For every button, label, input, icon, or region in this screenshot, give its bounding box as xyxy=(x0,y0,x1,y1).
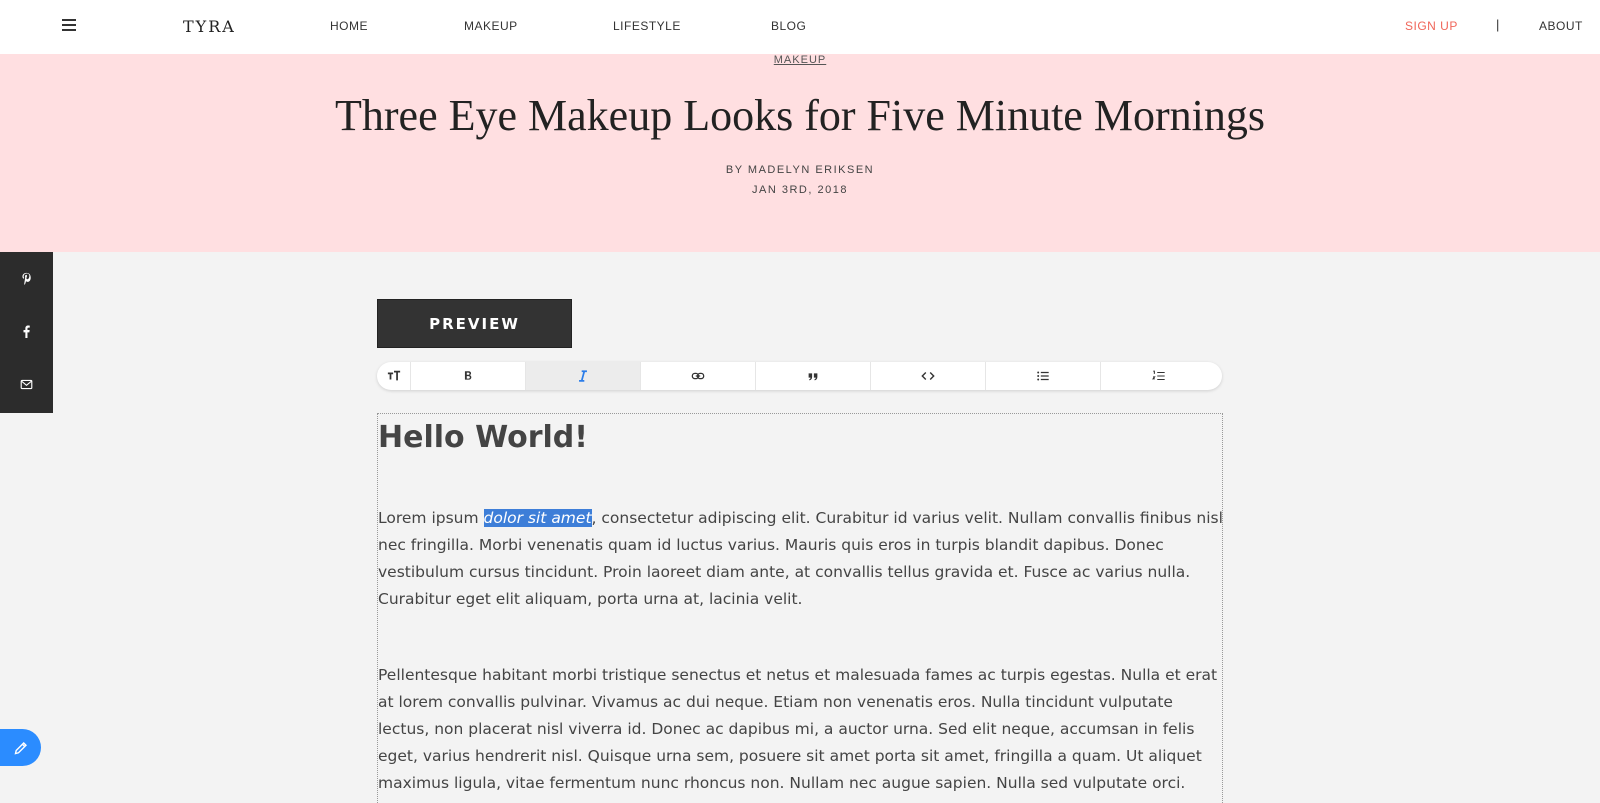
mail-icon xyxy=(20,379,33,390)
bold-button[interactable] xyxy=(411,362,526,390)
nav-link-makeup[interactable]: MAKEUP xyxy=(464,19,518,33)
article-byline: BY MADELYN ERIKSEN xyxy=(725,164,875,176)
italic-button[interactable] xyxy=(526,362,641,390)
hamburger-menu-icon[interactable] xyxy=(62,19,76,31)
bold-icon xyxy=(464,371,472,380)
numbered-list-button[interactable] xyxy=(1101,362,1216,390)
article-category: MAKEUP xyxy=(0,54,1600,66)
bullet-list-button[interactable] xyxy=(986,362,1101,390)
top-nav: TYRA HOME MAKEUP LIFESTYLE BLOG SIGN UP … xyxy=(0,0,1600,54)
quote-icon xyxy=(808,373,818,381)
share-pinterest-button[interactable] xyxy=(0,252,53,305)
link-button[interactable] xyxy=(641,362,756,390)
editor-paragraph-2[interactable]: Pellentesque habitant morbi tristique se… xyxy=(378,662,1224,803)
text-size-button[interactable] xyxy=(377,362,411,390)
selected-text[interactable]: dolor sit amet xyxy=(483,509,592,527)
editor-toolbar xyxy=(377,362,1222,390)
nav-link-home[interactable]: HOME xyxy=(330,19,368,33)
article-date: JAN 3RD, 2018 xyxy=(752,184,848,196)
pencil-icon xyxy=(14,741,27,754)
link-icon xyxy=(691,372,705,380)
article-hero: MAKEUP Three Eye Makeup Looks for Five M… xyxy=(0,54,1600,252)
share-mail-button[interactable] xyxy=(0,358,53,411)
text-size-icon xyxy=(387,370,400,381)
editor-area[interactable]: Hello World! Lorem ipsum dolor sit amet,… xyxy=(377,413,1223,803)
numbered-list-icon xyxy=(1151,370,1165,381)
nav-link-about[interactable]: ABOUT xyxy=(1539,19,1583,33)
nav-link-blog[interactable]: BLOG xyxy=(771,19,806,33)
paragraph-1-start: Lorem ipsum xyxy=(378,509,484,527)
nav-link-lifestyle[interactable]: LIFESTYLE xyxy=(613,19,681,33)
code-icon xyxy=(921,372,935,380)
edit-fab-button[interactable] xyxy=(0,729,41,766)
pinterest-icon xyxy=(22,272,31,285)
preview-button[interactable]: PREVIEW xyxy=(377,299,572,348)
quote-button[interactable] xyxy=(756,362,871,390)
share-facebook-button[interactable] xyxy=(0,305,53,358)
category-link[interactable]: MAKEUP xyxy=(774,54,826,66)
bullet-list-icon xyxy=(1037,371,1049,381)
facebook-icon xyxy=(23,325,30,338)
share-rail xyxy=(0,252,53,413)
editor-heading[interactable]: Hello World! xyxy=(378,420,588,455)
nav-separator: | xyxy=(1496,17,1500,32)
site-logo[interactable]: TYRA xyxy=(183,17,236,36)
sign-up-link[interactable]: SIGN UP xyxy=(1405,19,1458,33)
italic-icon xyxy=(579,370,587,382)
editor-paragraph-1[interactable]: Lorem ipsum dolor sit amet, consectetur … xyxy=(378,505,1224,613)
code-button[interactable] xyxy=(871,362,986,390)
article-title: Three Eye Makeup Looks for Five Minute M… xyxy=(335,91,1265,140)
